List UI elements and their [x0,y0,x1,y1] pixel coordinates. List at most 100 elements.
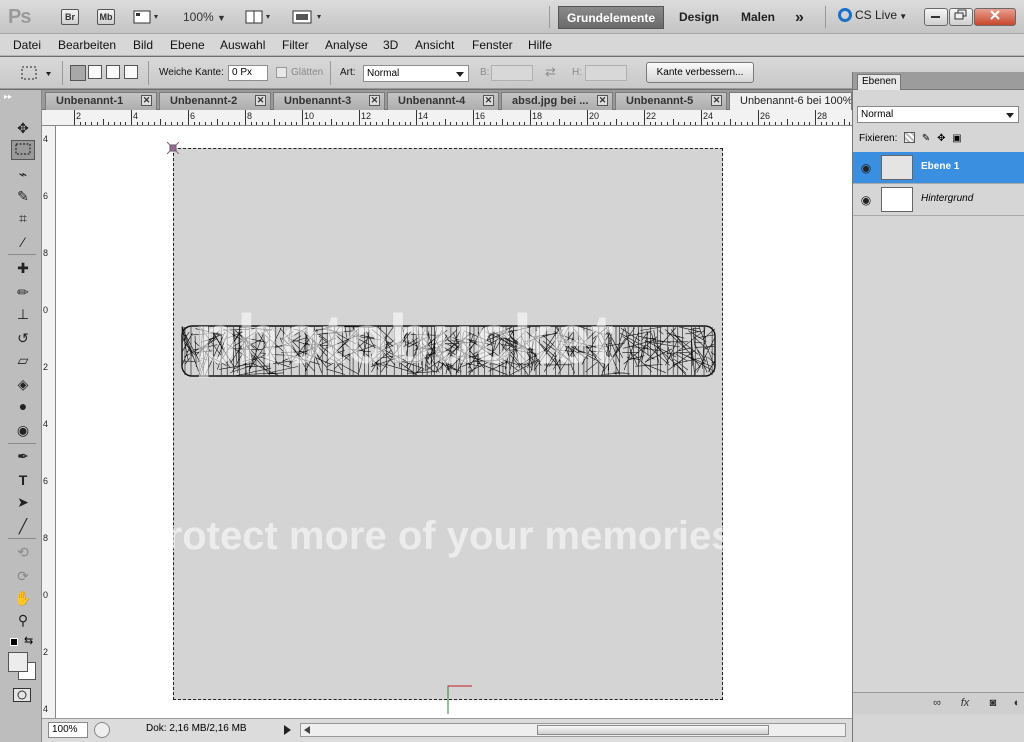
mini-bridge-button[interactable]: Mb [97,9,115,25]
visibility-eye-icon[interactable]: ◉ [859,193,873,207]
bridge-button[interactable]: Br [61,9,79,25]
menu-filter[interactable]: Filter [282,38,309,52]
subtract-from-selection-icon[interactable] [106,65,120,79]
rect-marquee-tool-icon[interactable] [11,140,35,160]
menu-3d[interactable]: 3D [383,38,398,52]
menu-auswahl[interactable]: Auswahl [220,38,265,52]
lock-position-icon[interactable]: ✥ [937,133,945,144]
style-select[interactable]: Normal [363,65,469,82]
collapse-panel-icon[interactable]: ▸▸ [4,92,12,101]
lock-all-icon[interactable]: ▣ [952,133,961,144]
lock-brush-icon[interactable]: ✎ [922,133,930,144]
canvas-workarea[interactable]: photobucket Protect more of your memorie… [56,126,852,718]
visibility-eye-icon[interactable]: ◉ [859,161,873,175]
foreground-color-swatch[interactable] [8,652,28,672]
path-selection-tool-icon[interactable]: ➤ [11,492,35,512]
hand-tool-icon[interactable]: ✋ [11,588,35,608]
quick-mask-icon[interactable] [13,688,31,702]
screen-mode-button[interactable] [292,9,326,25]
horizontal-scrollbar[interactable] [300,723,846,737]
restore-button[interactable] [949,8,973,26]
close-tab-icon[interactable]: ✕ [255,95,266,106]
workspace-malen[interactable]: Malen [741,6,775,29]
cs-live-menu[interactable]: CS Live ▼ [838,8,907,22]
extras-dropdown[interactable] [133,9,163,25]
height-input[interactable] [585,65,627,81]
layer-row-hintergrund[interactable]: ◉ Hintergrund [853,184,1024,216]
layer-mask-icon[interactable]: ◙ [985,696,1001,710]
fx-icon[interactable]: fx [957,696,973,710]
close-tab-icon[interactable]: ✕ [483,95,494,106]
dodge-tool-icon[interactable]: ◉ [11,420,35,440]
layer-row-ebene-1[interactable]: ◉ Ebene 1 [853,152,1024,184]
scroll-left-icon[interactable] [304,726,310,734]
minimize-button[interactable] [924,8,948,26]
eyedropper-tool-icon[interactable]: ⁄ [11,232,35,252]
link-layers-icon[interactable]: ∞ [929,696,945,710]
tab-unbenannt-6[interactable]: Unbenannt-6 bei 100% [729,92,852,110]
status-arrow-icon[interactable] [284,725,291,735]
tab-unbenannt-3[interactable]: Unbenannt-3 ✕ [273,92,385,110]
intersect-selection-icon[interactable] [124,65,138,79]
menu-ansicht[interactable]: Ansicht [415,38,454,52]
zoom-tool-icon[interactable]: ⚲ [11,610,35,630]
scrollbar-thumb[interactable] [537,725,769,735]
workspace-design[interactable]: Design [679,6,719,29]
eraser-tool-icon[interactable]: ▱ [11,350,35,370]
tab-unbenannt-1[interactable]: Unbenannt-1 ✕ [45,92,157,110]
workspace-grundelemente[interactable]: Grundelemente [558,6,664,29]
clone-stamp-tool-icon[interactable]: ⊥ [11,304,35,324]
more-workspaces-icon[interactable]: » [795,6,804,29]
tab-ebenen[interactable]: Ebenen [857,74,902,90]
pen-tool-icon[interactable]: ✒ [11,446,35,466]
3d-orbit-tool-icon[interactable]: ⟳ [11,566,35,586]
swap-colors-icon[interactable]: ⇆ [24,634,33,647]
tab-unbenannt-4[interactable]: Unbenannt-4 ✕ [387,92,499,110]
tool-preset-picker[interactable] [16,63,56,83]
quick-selection-tool-icon[interactable]: ✎ [11,186,35,206]
menu-bild[interactable]: Bild [133,38,153,52]
brush-tool-icon[interactable]: ✏ [11,282,35,302]
crop-tool-icon[interactable]: ⌗ [11,208,35,228]
menu-analyse[interactable]: Analyse [325,38,368,52]
menu-ebene[interactable]: Ebene [170,38,205,52]
add-to-selection-icon[interactable] [88,65,102,79]
close-tab-icon[interactable]: ✕ [711,95,722,106]
refine-edge-button[interactable]: Kante verbessern... [646,62,754,83]
feather-input[interactable]: 0 Px [228,65,268,81]
menu-bearbeiten[interactable]: Bearbeiten [58,38,116,52]
close-tab-icon[interactable]: ✕ [597,95,608,106]
tab-unbenannt-5[interactable]: Unbenannt-5 ✕ [615,92,727,110]
line-tool-icon[interactable]: ╱ [11,516,35,536]
close-button[interactable] [974,8,1016,26]
lock-transparency-icon[interactable] [904,132,916,143]
type-tool-icon[interactable]: T [11,470,35,490]
status-menu-icon[interactable] [94,722,110,738]
lasso-tool-icon[interactable]: ⌁ [11,164,35,184]
layer-name[interactable]: Hintergrund [921,193,973,204]
antialias-checkbox[interactable] [276,67,287,78]
adjustment-layer-icon[interactable]: ◐ [1009,696,1024,710]
tab-unbenannt-2[interactable]: Unbenannt-2 ✕ [159,92,271,110]
blend-mode-select[interactable]: Normal [857,106,1019,123]
history-brush-tool-icon[interactable]: ↺ [11,328,35,348]
arrange-documents-button[interactable] [245,9,277,25]
layer-name[interactable]: Ebene 1 [921,161,959,172]
healing-brush-tool-icon[interactable]: ✚ [11,258,35,278]
status-zoom-input[interactable]: 100% [48,722,88,738]
close-tab-icon[interactable]: ✕ [369,95,380,106]
document-canvas[interactable]: photobucket [173,148,723,700]
blur-tool-icon[interactable]: ● [11,396,35,416]
width-input[interactable] [491,65,533,81]
move-tool-icon[interactable]: ✥ [11,118,35,138]
paint-bucket-tool-icon[interactable]: ◈ [11,374,35,394]
menu-datei[interactable]: Datei [13,38,41,52]
swap-icon[interactable]: ⇄ [545,64,556,80]
menu-hilfe[interactable]: Hilfe [528,38,552,52]
close-tab-icon[interactable]: ✕ [141,95,152,106]
tab-absd-jpg[interactable]: absd.jpg bei ... ✕ [501,92,613,110]
menu-fenster[interactable]: Fenster [472,38,513,52]
new-selection-icon[interactable] [70,65,86,81]
zoom-level-dropdown[interactable]: 100% ▼ [183,9,226,25]
3d-rotate-tool-icon[interactable]: ⟲ [11,542,35,562]
